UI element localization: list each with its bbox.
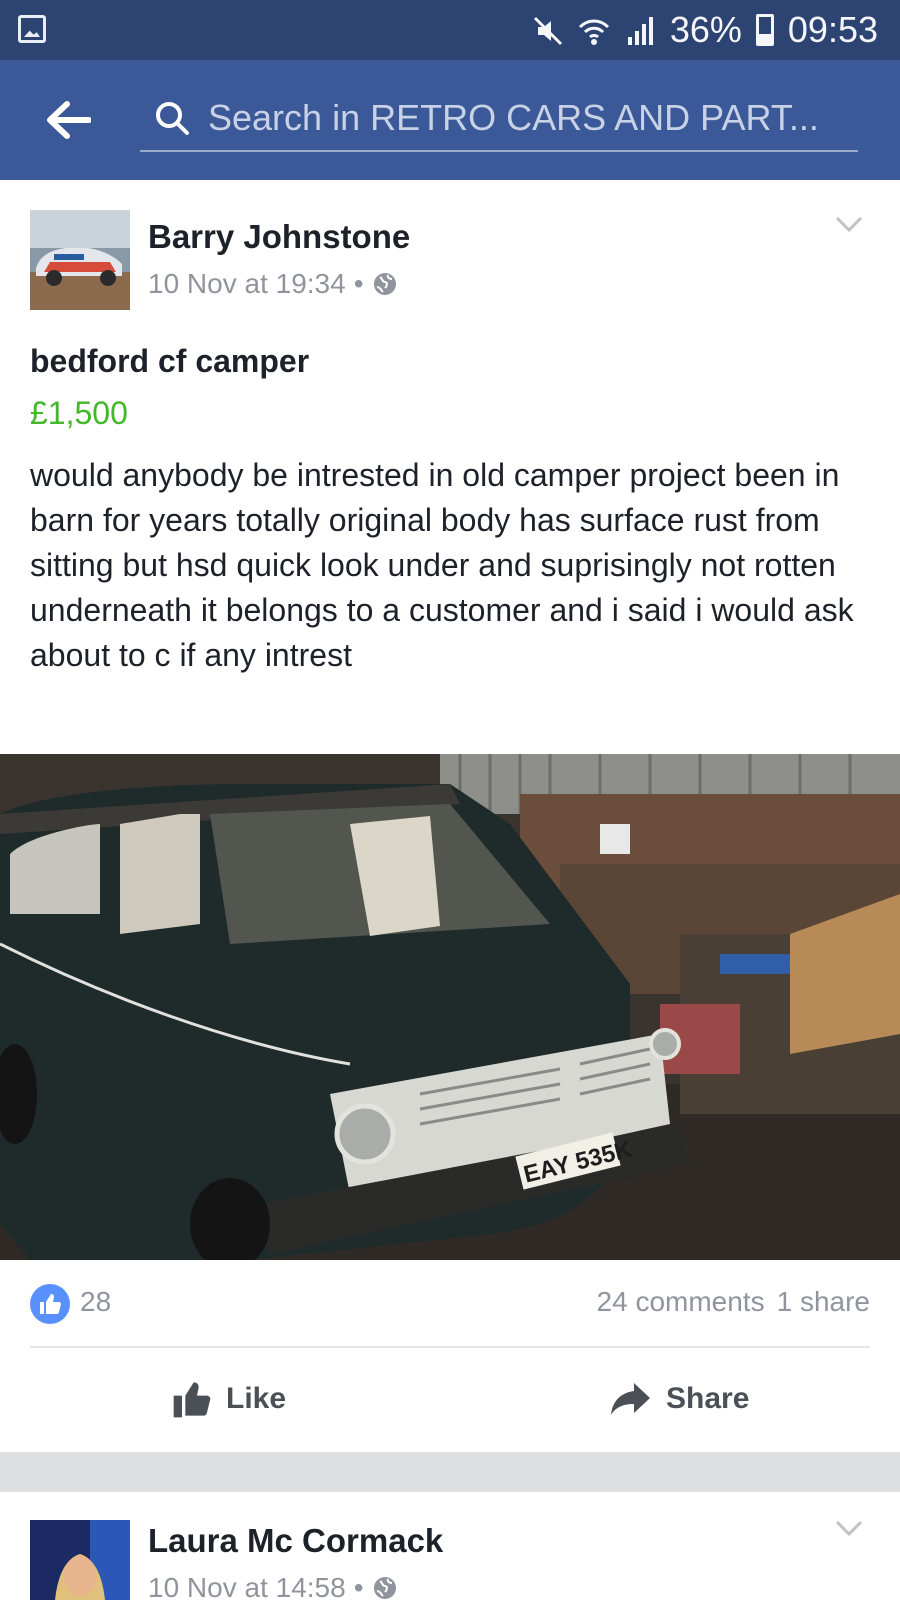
app-bar [0,60,900,180]
like-button[interactable]: Like [172,1348,286,1450]
share-arrow-icon [611,1383,650,1415]
search-icon [156,102,189,135]
wifi-icon [578,14,610,46]
meta-separator: • [353,268,364,299]
chevron-down-icon[interactable] [834,212,864,236]
battery-icon [755,14,774,46]
share-label: Share [666,1382,750,1415]
post-actions: Like Share [0,1348,900,1450]
avatar[interactable] [30,1520,130,1600]
post-card-next: Laura Mc Cormack 10 Nov at 14:58 • [0,1492,900,1600]
clock: 09:53 [787,9,878,50]
gallery-icon [18,15,46,43]
avatar[interactable] [30,210,130,310]
author-name[interactable]: Laura Mc Cormack [148,1522,443,1560]
feed-separator [0,1452,900,1492]
thumbs-up-icon [173,1382,211,1418]
author-name[interactable]: Barry Johnstone [148,218,410,256]
status-indicators: 36% 09:53 [532,8,878,52]
post-body: would anybody be intrested in old camper… [30,457,854,673]
share-count[interactable]: 1 share [777,1286,870,1318]
globe-icon [373,273,396,295]
like-reaction-badge[interactable] [30,1284,70,1324]
listing-price: £1,500 [30,395,128,431]
post-stats: 28 24 comments 1 share [0,1260,900,1347]
listing-title: bedford cf camper [30,343,310,379]
globe-icon [373,1577,396,1599]
like-count[interactable]: 28 [80,1286,111,1318]
post-meta: 10 Nov at 14:58 • [148,1572,398,1600]
mute-icon [532,14,564,46]
share-button[interactable]: Share [610,1348,749,1450]
post-timestamp[interactable]: 10 Nov at 19:34 [148,268,346,300]
like-label: Like [226,1382,287,1415]
chevron-down-icon[interactable] [834,1516,864,1540]
post-photo[interactable]: EAY 535K [0,754,900,1260]
post-meta: 10 Nov at 19:34 • [148,268,398,300]
signal-icon [624,14,656,46]
thumbs-up-icon [40,1294,61,1314]
post-timestamp[interactable]: 10 Nov at 14:58 [148,1572,346,1600]
search-input[interactable] [208,94,848,142]
group-search[interactable] [140,88,858,152]
battery-percent: 36% [669,9,742,50]
back-button[interactable] [38,90,98,150]
comment-count[interactable]: 24 comments [597,1286,765,1318]
meta-separator: • [353,1572,364,1600]
status-bar: 36% 09:53 [0,0,900,60]
engagement-counts: 24 comments 1 share [597,1286,870,1318]
back-arrow-icon [47,101,91,139]
post-card: Barry Johnstone 10 Nov at 19:34 • bedfor… [0,180,900,1452]
